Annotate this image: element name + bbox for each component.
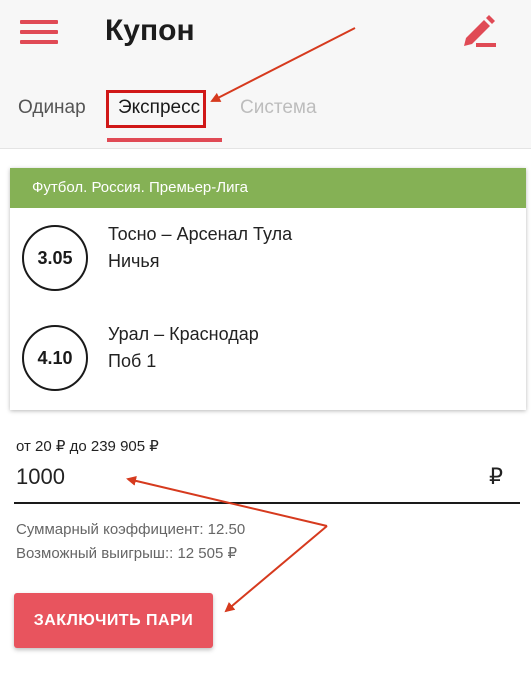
coupon-card: Футбол. Россия. Премьер-Лига 3.05 Тосно … (10, 168, 526, 410)
stake-range-label: от 20 ₽ до 239 905 ₽ (16, 438, 159, 455)
stake-input-underline (14, 502, 520, 504)
arrow-to-place-bet (224, 525, 328, 613)
match-name: Тосно – Арсенал Тула (108, 224, 293, 244)
odds-badge: 3.05 (22, 225, 88, 291)
pencil-icon[interactable] (460, 14, 498, 48)
page-title: Купон (105, 14, 195, 47)
tab-system[interactable]: Система (240, 97, 317, 119)
annotation-highlight-box (106, 90, 206, 128)
active-tab-indicator (107, 138, 222, 142)
total-coefficient: Суммарный коэффициент: 12.50 (16, 521, 246, 538)
odds-badge: 4.10 (22, 325, 88, 391)
bet-outcome: Ничья (108, 251, 160, 271)
menu-icon[interactable] (20, 20, 58, 44)
possible-win: Возможный выигрыш:: 12 505 ₽ (16, 545, 238, 562)
currency-symbol: ₽ (489, 464, 503, 489)
bet-item[interactable]: 3.05 Тосно – Арсенал Тула Ничья (10, 213, 526, 313)
match-name: Урал – Краснодар (108, 324, 259, 344)
app-header: Купон Одинар Экспресс Система (0, 0, 531, 149)
stake-input[interactable]: 1000 (16, 464, 65, 490)
bet-item[interactable]: 4.10 Урал – Краснодар Поб 1 (10, 313, 526, 413)
place-bet-button[interactable]: ЗАКЛЮЧИТЬ ПАРИ (14, 593, 213, 648)
bet-outcome: Поб 1 (108, 351, 157, 371)
tab-single[interactable]: Одинар (18, 97, 86, 119)
league-header: Футбол. Россия. Премьер-Лига (10, 168, 526, 208)
